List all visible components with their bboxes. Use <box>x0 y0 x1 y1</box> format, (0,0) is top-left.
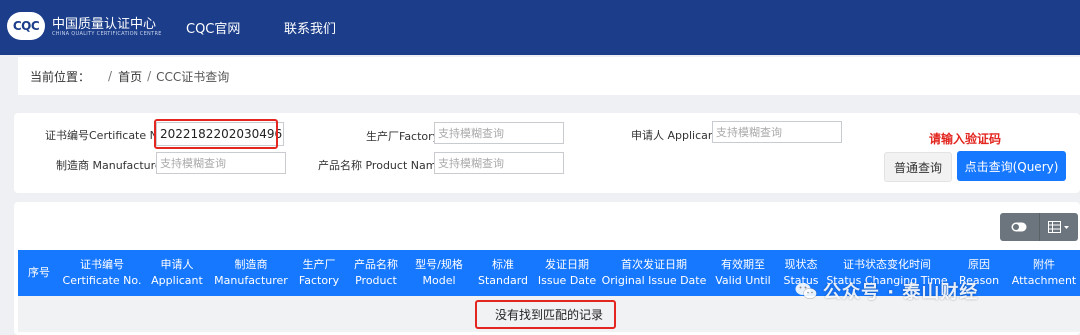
nav-contact-us[interactable]: 联系我们 <box>284 18 336 37</box>
breadcrumb-home[interactable]: 首页 <box>118 68 142 85</box>
no-records-highlight <box>475 300 616 329</box>
captcha-hint: 请输入验证码 <box>929 132 1002 146</box>
product-input[interactable]: 支持模糊查询 <box>434 152 564 174</box>
watermark-text: 公众号 · 泰山财经 <box>823 282 979 303</box>
nav-cqc-official[interactable]: CQC官网 <box>186 18 240 37</box>
breadcrumb-separator: / <box>147 69 152 83</box>
col-index[interactable]: 序号 <box>18 250 60 296</box>
col-factory[interactable]: 生产厂 Factory <box>292 250 346 296</box>
product-label: 产品名称 Product Name: <box>318 159 447 172</box>
query-button[interactable]: 点击查询(Query) <box>957 151 1066 181</box>
columns-menu-button[interactable] <box>1038 213 1079 241</box>
manufacturer-label: 制造商 Manufacturer: <box>56 159 170 172</box>
columns-icon <box>1047 221 1069 233</box>
watermark: 公众号 · 泰山财经 <box>795 278 978 304</box>
breadcrumb: 当前位置： / 首页 / CCC证书查询 <box>18 57 1080 95</box>
col-standard[interactable]: 标准 Standard <box>472 250 534 296</box>
col-manufacturer[interactable]: 制造商 Manufacturer <box>210 250 292 296</box>
table-toolbar <box>1000 213 1078 241</box>
normal-query-button[interactable]: 普通查询 <box>884 152 952 182</box>
col-cert-no[interactable]: 证书编号 Certificate No. <box>60 250 144 296</box>
chevron-down-icon <box>1063 226 1069 229</box>
brand-name-en: CHINA QUALITY CERTIFICATION CENTRE <box>52 31 162 37</box>
brand-name: 中国质量认证中心 <box>52 17 157 32</box>
cert-no-label: 证书编号Certificate No. <box>45 129 168 142</box>
breadcrumb-current: CCC证书查询 <box>156 69 230 84</box>
factory-label: 生产厂Factory: <box>366 130 443 143</box>
col-applicant[interactable]: 申请人 Applicant <box>144 250 210 296</box>
factory-input[interactable]: 支持模糊查询 <box>434 122 564 144</box>
cert-no-highlight <box>154 119 278 149</box>
col-attachment[interactable]: 附件 Attachment <box>1008 250 1080 296</box>
col-original-issue-date[interactable]: 首次发证日期 Original Issue Date <box>600 250 708 296</box>
applicant-input[interactable]: 支持模糊查询 <box>712 121 842 143</box>
col-issue-date[interactable]: 发证日期 Issue Date <box>534 250 600 296</box>
applicant-label: 申请人 Applicant: <box>631 129 723 142</box>
top-navbar: CQC 中国质量认证中心 CHINA QUALITY CERTIFICATION… <box>0 0 1080 55</box>
wechat-icon <box>795 283 817 299</box>
toggle-icon <box>1011 222 1027 232</box>
col-product[interactable]: 产品名称 Product <box>346 250 406 296</box>
cqc-logo[interactable]: CQC <box>7 12 45 40</box>
breadcrumb-separator: / <box>108 69 113 83</box>
col-valid-until[interactable]: 有效期至 Valid Until <box>708 250 778 296</box>
manufacturer-input[interactable]: 支持模糊查询 <box>156 152 286 174</box>
toggle-view-button[interactable] <box>1000 213 1039 241</box>
breadcrumb-prefix: 当前位置： <box>30 69 91 84</box>
col-model[interactable]: 型号/规格 Model <box>406 250 472 296</box>
